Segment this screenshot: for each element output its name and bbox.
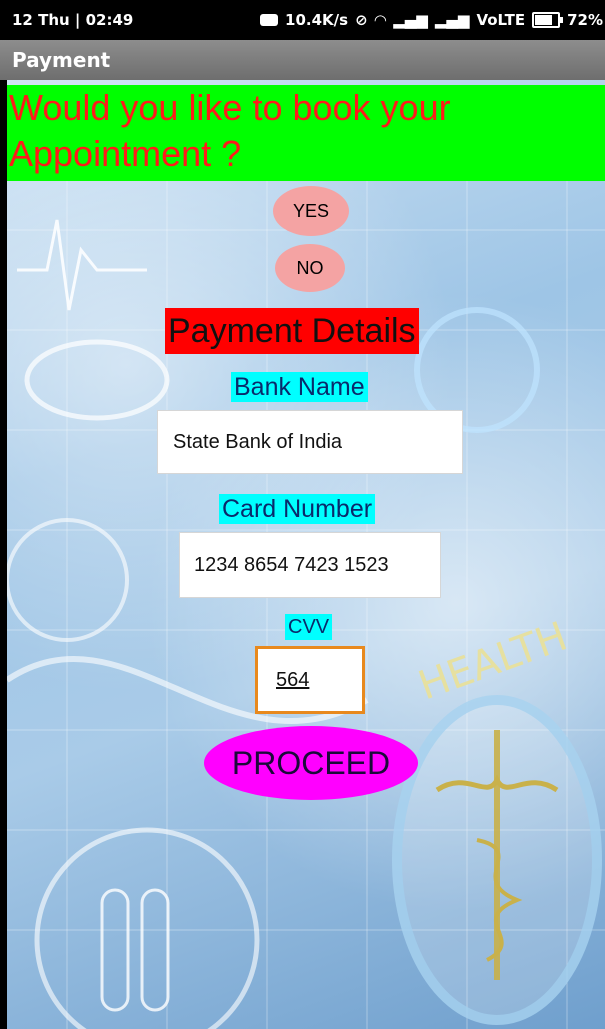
network-type: VoLTE xyxy=(476,11,526,29)
appointment-question: Would you like to book your Appointment … xyxy=(7,85,605,181)
payment-details-heading: Payment Details xyxy=(165,308,419,354)
alarm-off-icon: ⊘ xyxy=(355,11,368,29)
status-icons: 10.4K/s ⊘ ◠ ▂▄▆ ▂▄▆ VoLTE 72% xyxy=(260,11,603,29)
yes-button[interactable]: YES xyxy=(273,186,349,236)
status-time: 12 Thu | 02:49 xyxy=(12,11,134,29)
proceed-button[interactable]: PROCEED xyxy=(204,726,418,800)
status-bar: 12 Thu | 02:49 10.4K/s ⊘ ◠ ▂▄▆ ▂▄▆ VoLTE… xyxy=(0,0,605,40)
health-text: HEALTH xyxy=(413,613,573,709)
signal-icon-2: ▂▄▆ xyxy=(434,11,470,29)
net-speed: 10.4K/s xyxy=(285,11,349,29)
battery-percent: 72% xyxy=(567,11,603,29)
cvv-label: CVV xyxy=(285,614,333,640)
battery-icon xyxy=(532,12,564,28)
cvv-input[interactable]: 564 xyxy=(255,646,365,714)
wifi-icon: ◠ xyxy=(374,11,387,29)
app-bar: Payment xyxy=(0,40,605,80)
no-button[interactable]: NO xyxy=(275,244,345,292)
card-number-label: Card Number xyxy=(219,494,376,524)
message-icon xyxy=(260,14,279,26)
main-content: HEALTH Would you like to book your Appoi… xyxy=(7,80,605,1029)
app-bar-title: Payment xyxy=(12,48,111,72)
bank-name-label: Bank Name xyxy=(231,372,368,402)
card-number-input[interactable]: 1234 8654 7423 1523 xyxy=(179,532,441,598)
bank-name-input[interactable]: State Bank of India xyxy=(157,410,463,474)
signal-icon: ▂▄▆ xyxy=(393,11,428,29)
